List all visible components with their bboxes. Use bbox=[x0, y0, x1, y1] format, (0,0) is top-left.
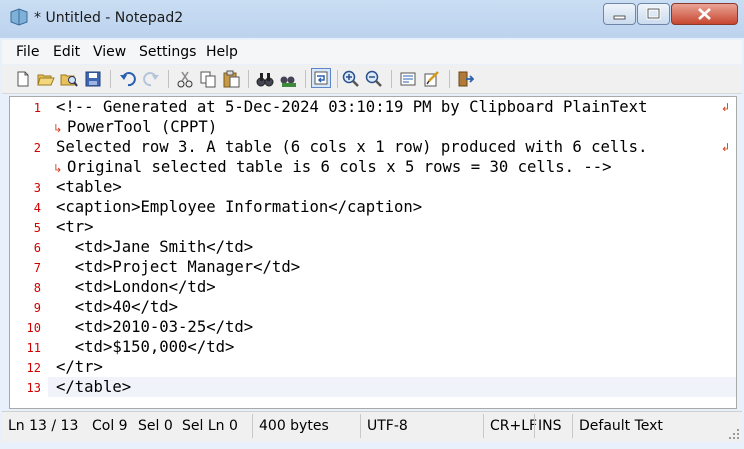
code-line-wrap: Original selected table is 6 cols x 5 ro… bbox=[67, 158, 612, 176]
open-icon[interactable] bbox=[37, 70, 55, 88]
code-line: <!-- Generated at 5-Dec-2024 03:10:19 PM… bbox=[56, 98, 648, 116]
code-line: </tr> bbox=[56, 358, 103, 376]
line-number: 3 bbox=[33, 181, 41, 195]
toolbar bbox=[2, 65, 742, 94]
find-icon[interactable] bbox=[256, 70, 274, 88]
minimize-button[interactable] bbox=[603, 3, 636, 25]
line-number: 10 bbox=[26, 321, 41, 335]
wrap-end-icon: ↲ bbox=[721, 101, 731, 114]
line-number: 9 bbox=[33, 301, 41, 315]
new-icon[interactable] bbox=[14, 70, 32, 88]
status-selection-lines: Sel Ln 0 bbox=[182, 418, 238, 434]
code-line: <td>Project Manager</td> bbox=[56, 258, 301, 276]
code-line: <tr> bbox=[56, 218, 94, 236]
code-line: <td>London</td> bbox=[56, 278, 216, 296]
save-icon[interactable] bbox=[84, 70, 102, 88]
status-position: Ln 13 / 13 bbox=[8, 418, 79, 434]
status-insert-mode[interactable]: INS bbox=[534, 414, 572, 438]
toolbar-separator bbox=[168, 70, 169, 88]
status-line-endings[interactable]: CR+LF bbox=[483, 414, 537, 438]
code-line: <td>40</td> bbox=[56, 298, 179, 316]
toolbar-separator bbox=[449, 70, 450, 88]
wrap-end-icon: ↲ bbox=[721, 141, 731, 154]
paste-icon[interactable] bbox=[222, 70, 240, 88]
toolbar-separator bbox=[248, 70, 249, 88]
line-number: 11 bbox=[26, 341, 41, 355]
line-number: 6 bbox=[33, 241, 41, 255]
maximize-icon bbox=[646, 7, 661, 20]
app-icon bbox=[10, 8, 28, 26]
cut-icon[interactable] bbox=[176, 70, 194, 88]
menu-view[interactable]: View bbox=[93, 44, 126, 60]
redo-icon[interactable] bbox=[142, 70, 160, 88]
copy-icon[interactable] bbox=[199, 70, 217, 88]
menu-bar: File Edit View Settings Help bbox=[2, 40, 742, 64]
zoom-out-icon[interactable] bbox=[365, 70, 383, 88]
close-icon bbox=[698, 8, 711, 20]
browse-icon[interactable] bbox=[60, 70, 78, 88]
minimize-icon bbox=[613, 15, 626, 20]
status-size: 400 bytes bbox=[252, 414, 360, 438]
undo-icon[interactable] bbox=[119, 70, 137, 88]
notepad2-window: * Untitled - Notepad2 File Edit View Set… bbox=[0, 0, 744, 449]
line-number: 7 bbox=[33, 261, 41, 275]
status-scheme[interactable]: Default Text bbox=[572, 414, 728, 438]
line-number: 12 bbox=[26, 361, 41, 375]
toolbar-separator bbox=[337, 70, 338, 88]
status-bar: Ln 13 / 13 Col 9 Sel 0 Sel Ln 0 400 byte… bbox=[2, 411, 742, 442]
replace-icon[interactable] bbox=[279, 70, 297, 88]
menu-settings[interactable]: Settings bbox=[139, 44, 196, 60]
status-selection: Sel 0 bbox=[138, 418, 173, 434]
menu-edit[interactable]: Edit bbox=[53, 44, 80, 60]
code-line: <table> bbox=[56, 178, 122, 196]
code-line-wrap: PowerTool (CPPT) bbox=[67, 118, 218, 136]
line-number: 8 bbox=[33, 281, 41, 295]
menu-help[interactable]: Help bbox=[206, 44, 238, 60]
code-line: Selected row 3. A table (6 cols x 1 row)… bbox=[56, 138, 648, 156]
close-button[interactable] bbox=[671, 3, 738, 25]
exit-icon[interactable] bbox=[456, 70, 474, 88]
scheme-icon[interactable] bbox=[399, 70, 417, 88]
customize-icon[interactable] bbox=[423, 70, 441, 88]
line-number: 13 bbox=[26, 381, 41, 395]
code-line: <td>2010-03-25</td> bbox=[56, 318, 254, 336]
wrap-start-icon: ↳ bbox=[53, 122, 63, 135]
resize-grip-icon[interactable] bbox=[728, 428, 740, 440]
zoom-in-icon[interactable] bbox=[342, 70, 360, 88]
toolbar-separator bbox=[305, 70, 306, 88]
menu-file[interactable]: File bbox=[16, 44, 39, 60]
line-number: 4 bbox=[33, 201, 41, 215]
toolbar-separator bbox=[110, 70, 111, 88]
code-line: </table> bbox=[56, 378, 132, 396]
code-line: <td>Jane Smith</td> bbox=[56, 238, 254, 256]
code-line: <caption>Employee Information</caption> bbox=[56, 198, 423, 216]
line-number: 5 bbox=[33, 221, 41, 235]
maximize-button[interactable] bbox=[637, 3, 670, 25]
status-encoding[interactable]: UTF-8 bbox=[360, 414, 483, 438]
code-line: <td>$150,000</td> bbox=[56, 338, 235, 356]
line-number-gutter: 1 2 3 4 5 6 7 8 9 10 11 12 13 bbox=[10, 97, 48, 408]
window-title: * Untitled - Notepad2 bbox=[34, 10, 184, 26]
toolbar-separator bbox=[391, 70, 392, 88]
line-number: 1 bbox=[33, 101, 41, 115]
status-column: Col 9 bbox=[92, 418, 128, 434]
wrap-start-icon: ↳ bbox=[53, 162, 63, 175]
title-bar[interactable]: * Untitled - Notepad2 bbox=[0, 0, 744, 38]
text-editor[interactable]: 1 2 3 4 5 6 7 8 9 10 11 12 13 <!-- Gener… bbox=[9, 96, 737, 409]
word-wrap-icon[interactable] bbox=[311, 68, 331, 88]
line-number: 2 bbox=[33, 141, 41, 155]
